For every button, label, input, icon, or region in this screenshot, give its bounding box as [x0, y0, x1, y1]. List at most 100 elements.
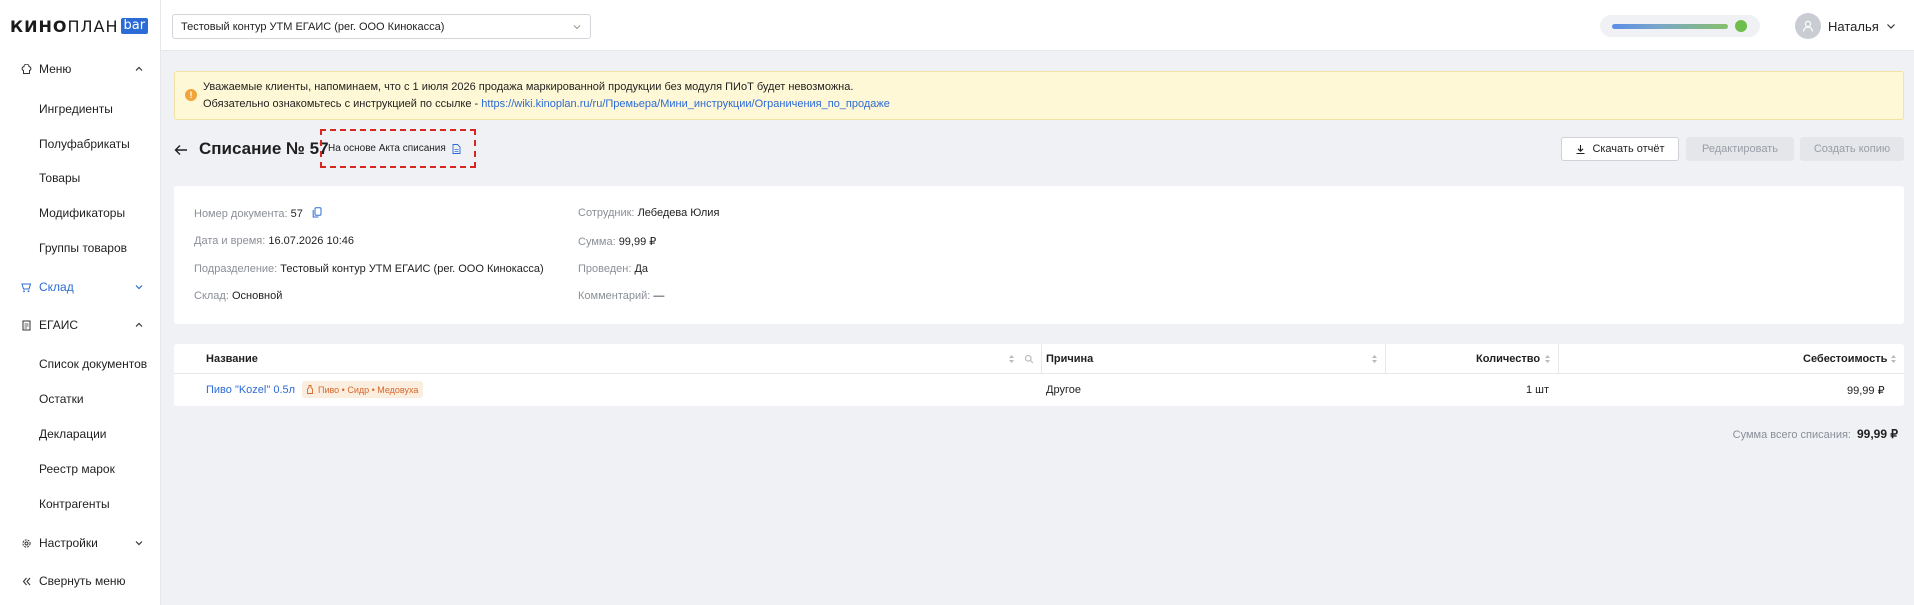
- sidebar-item-goods[interactable]: Товары: [39, 170, 80, 186]
- cart-icon: [21, 282, 32, 293]
- sidebar-item-stock[interactable]: Остатки: [39, 391, 84, 407]
- download-icon: [1576, 144, 1585, 154]
- info-value: Лебедева Юлия: [637, 207, 720, 219]
- info-label: Подразделение:: [194, 263, 278, 275]
- sidebar-group-settings[interactable]: Настройки: [0, 529, 161, 557]
- row-reason: Другое: [1046, 384, 1081, 396]
- warning-icon: !: [185, 89, 197, 101]
- total-sum: Сумма всего списания: 99,99 ₽: [1733, 427, 1898, 441]
- sort-icon[interactable]: [1008, 353, 1015, 365]
- info-label: Проведен:: [578, 263, 632, 275]
- sidebar-item-ingredients[interactable]: Ингредиенты: [39, 101, 113, 117]
- contour-select-value: Тестовый контур УТМ ЕГАИС (рег. ООО Кино…: [181, 20, 445, 33]
- chevron-up-icon: [135, 322, 143, 327]
- product-link[interactable]: Пиво "Kozel" 0.5л: [206, 384, 295, 396]
- back-arrow-icon[interactable]: [174, 144, 188, 156]
- file-icon: [452, 143, 461, 154]
- create-copy-button[interactable]: Создать копию: [1800, 137, 1904, 161]
- row-qty: 1 шт: [1526, 384, 1550, 396]
- sidebar-item-modifiers[interactable]: Модификаторы: [39, 205, 125, 221]
- user-name: Наталья: [1828, 18, 1879, 34]
- sidebar-group-label: Склад: [39, 280, 74, 294]
- info-value: Да: [634, 263, 649, 275]
- total-label: Сумма всего списания:: [1732, 429, 1851, 441]
- status-ok-icon: [1735, 20, 1747, 32]
- download-report-button[interactable]: Скачать отчёт: [1561, 137, 1679, 161]
- category-tag-label: Пиво • Сидр • Медовуха: [318, 384, 419, 395]
- logo-part2: ПЛАН: [67, 16, 119, 36]
- info-division: Подразделение: Тестовый контур УТМ ЕГАИС…: [194, 263, 544, 275]
- column-divider: [1385, 344, 1386, 374]
- info-employee: Сотрудник: Лебедева Юлия: [578, 207, 719, 219]
- contour-select[interactable]: Тестовый контур УТМ ЕГАИС (рег. ООО Кино…: [172, 14, 591, 39]
- alert-line-1: Уважаемые клиенты, напоминаем, что с 1 и…: [203, 81, 854, 93]
- edit-button[interactable]: Редактировать: [1686, 137, 1794, 161]
- sort-icon[interactable]: [1890, 353, 1897, 365]
- logo-part1: КИНО: [10, 16, 68, 36]
- total-value: 99,99 ₽: [1857, 427, 1898, 441]
- info-value: 16.07.2026 10:46: [268, 235, 354, 247]
- copy-icon[interactable]: [312, 207, 322, 218]
- collapse-menu-button[interactable]: Свернуть меню: [0, 567, 161, 595]
- info-sum: Сумма: 99,99 ₽: [578, 235, 656, 248]
- info-value: 57: [290, 208, 303, 220]
- info-label: Дата и время:: [194, 235, 266, 247]
- info-value: —: [653, 290, 665, 302]
- sidebar-group-label: ЕГАИС: [39, 318, 78, 332]
- basis-label: На основе Акта списания: [328, 143, 446, 154]
- items-table: Название Причина Количество Себестоимост…: [174, 344, 1904, 406]
- sidebar-item-contractors[interactable]: Контрагенты: [39, 496, 110, 512]
- chevron-up-icon: [135, 66, 143, 71]
- info-label: Номер документа:: [194, 208, 288, 220]
- info-value: 99,99 ₽: [618, 236, 657, 248]
- sidebar-item-semifinished[interactable]: Полуфабрикаты: [39, 136, 130, 152]
- chevron-down-icon: [135, 541, 143, 546]
- status-progress-bar: [1612, 24, 1728, 29]
- info-doc-number: Номер документа: 57: [194, 207, 322, 220]
- page-title: Списание № 57: [199, 139, 329, 158]
- avatar: [1795, 13, 1821, 39]
- chevron-down-icon: [135, 285, 143, 290]
- sidebar-item-stamp-registry[interactable]: Реестр марок: [39, 461, 115, 477]
- document-info-card: Номер документа: 57 Дата и время: 16.07.…: [174, 186, 1904, 324]
- column-header-reason[interactable]: Причина: [1046, 353, 1093, 365]
- alert-line-2: Обязательно ознакомьтесь с инструкцией п…: [203, 98, 890, 110]
- sort-icon[interactable]: [1544, 353, 1551, 365]
- alert-banner: ! Уважаемые клиенты, напоминаем, что с 1…: [174, 71, 1904, 120]
- sidebar: КИНО ПЛАН bar Меню Ингредиенты Полуфабрика…: [0, 0, 161, 605]
- instruction-link[interactable]: https://wiki.kinoplan.ru/ru/Премьера/Мин…: [481, 98, 890, 110]
- sidebar-item-product-groups[interactable]: Группы товаров: [39, 240, 127, 256]
- chevron-down-icon: [573, 25, 581, 30]
- user-menu[interactable]: Наталья: [1795, 12, 1896, 40]
- info-label: Сотрудник:: [578, 207, 635, 219]
- document-icon: [21, 320, 32, 331]
- info-warehouse: Склад: Основной: [194, 290, 282, 302]
- column-header-cost[interactable]: Себестоимость: [1803, 353, 1887, 365]
- info-value: Основной: [231, 290, 283, 302]
- sidebar-item-declarations[interactable]: Декларации: [39, 426, 107, 442]
- topbar: Тестовый контур УТМ ЕГАИС (рег. ООО Кино…: [161, 0, 1914, 51]
- sidebar-group-warehouse[interactable]: Склад: [0, 273, 161, 301]
- column-header-name[interactable]: Название: [206, 353, 258, 365]
- sidebar-group-menu[interactable]: Меню: [0, 55, 161, 83]
- info-comment: Комментарий: —: [578, 290, 664, 302]
- search-icon[interactable]: [1024, 353, 1034, 365]
- chevron-down-icon: [1886, 24, 1895, 29]
- collapse-menu-label: Свернуть меню: [39, 574, 126, 588]
- alert-line-2-text: Обязательно ознакомьтесь с инструкцией п…: [203, 98, 482, 110]
- sort-icon[interactable]: [1371, 353, 1378, 365]
- row-cost: 99,99 ₽: [1847, 385, 1885, 397]
- info-value: Тестовый контур УТМ ЕГАИС (рег. ООО Кино…: [280, 263, 544, 275]
- logo-badge: bar: [120, 18, 149, 34]
- info-label: Комментарий:: [578, 290, 651, 302]
- basis-document-link[interactable]: На основе Акта списания: [320, 129, 476, 168]
- bottle-icon: [307, 385, 313, 394]
- sidebar-group-egais[interactable]: ЕГАИС: [0, 311, 161, 339]
- info-label: Склад:: [194, 290, 229, 302]
- connection-status[interactable]: [1600, 15, 1760, 37]
- column-header-qty[interactable]: Количество: [1476, 353, 1540, 365]
- column-divider: [1041, 344, 1042, 374]
- sidebar-item-documents[interactable]: Список документов: [39, 356, 147, 372]
- table-header: Название Причина Количество Себестоимост…: [174, 344, 1904, 374]
- app-logo[interactable]: КИНО ПЛАН bar: [10, 16, 149, 36]
